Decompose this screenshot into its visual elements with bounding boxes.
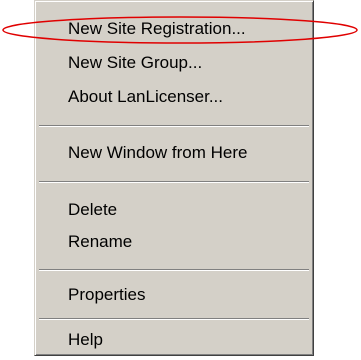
menu-item-help[interactable]: Help <box>35 325 313 355</box>
menu-item-new-window-from-here[interactable]: New Window from Here <box>35 138 313 168</box>
menu-item-rename[interactable]: Rename <box>35 227 313 257</box>
menu-separator <box>39 318 309 320</box>
menu-separator <box>39 269 309 271</box>
menu-item-delete[interactable]: Delete <box>35 195 313 225</box>
menu-item-new-site-registration[interactable]: New Site Registration... <box>35 14 313 44</box>
menu-item-properties[interactable]: Properties <box>35 280 313 310</box>
menu-separator <box>39 181 309 183</box>
menu-separator <box>39 125 309 127</box>
context-menu: New Site Registration... New Site Group.… <box>34 0 314 356</box>
menu-item-new-site-group[interactable]: New Site Group... <box>35 48 313 78</box>
menu-item-about-lanlicenser[interactable]: About LanLicenser... <box>35 82 313 112</box>
